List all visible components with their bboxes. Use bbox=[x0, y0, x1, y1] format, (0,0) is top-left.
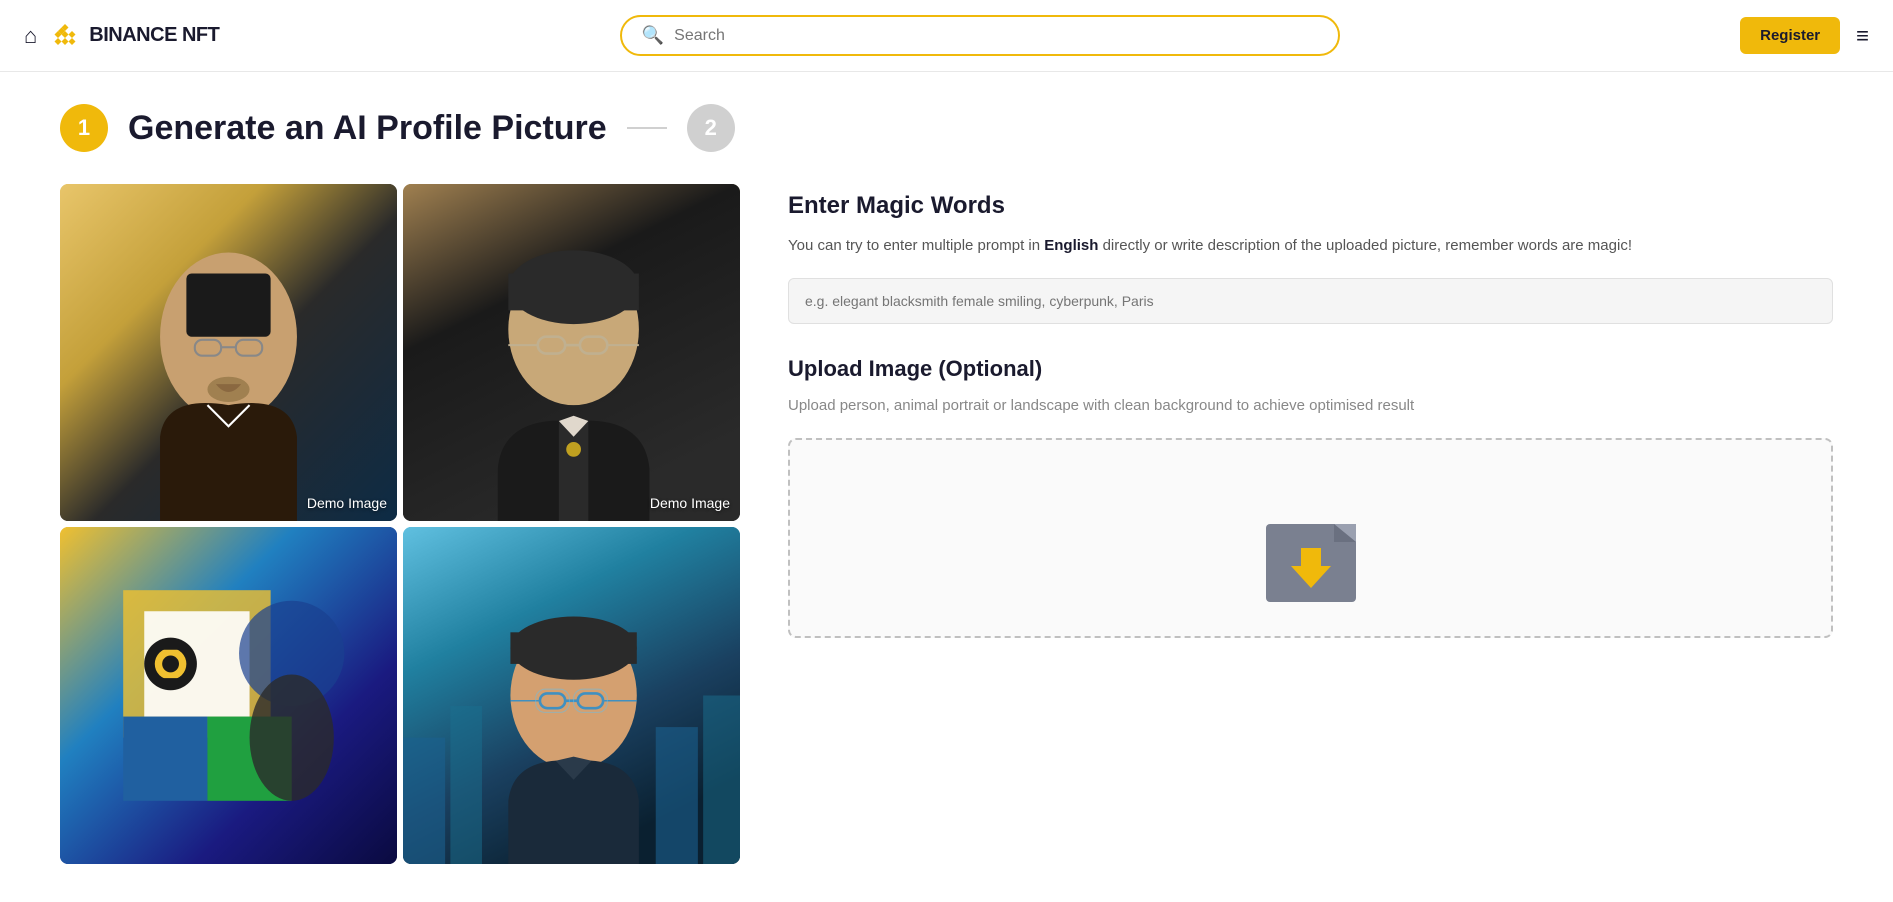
search-bar: 🔍 bbox=[620, 15, 1340, 56]
brand-text: BINANCE bbox=[89, 24, 177, 46]
step1-badge: 1 bbox=[60, 104, 108, 152]
desc-suffix: directly or write description of the upl… bbox=[1098, 237, 1632, 254]
demo-image-3[interactable] bbox=[60, 527, 397, 864]
upload-file-icon bbox=[1246, 506, 1376, 616]
step-divider bbox=[627, 127, 667, 129]
image-gallery: Demo Image bbox=[60, 184, 740, 864]
main-content: 1 Generate an AI Profile Picture 2 bbox=[0, 72, 1893, 896]
logo[interactable]: BINANCE NFT bbox=[49, 20, 219, 52]
magic-words-desc: You can try to enter multiple prompt in … bbox=[788, 234, 1833, 258]
demo-image-1[interactable]: Demo Image bbox=[60, 184, 397, 521]
right-panel: Enter Magic Words You can try to enter m… bbox=[788, 184, 1833, 864]
brand-name: BINANCE NFT bbox=[89, 24, 219, 47]
search-input-wrapper: 🔍 bbox=[620, 15, 1340, 56]
portrait-art-2 bbox=[403, 184, 740, 521]
header-right: Register ≡ bbox=[1740, 17, 1869, 54]
step-header: 1 Generate an AI Profile Picture 2 bbox=[60, 104, 1833, 152]
home-icon[interactable]: ⌂ bbox=[24, 23, 37, 49]
demo-image-4[interactable] bbox=[403, 527, 740, 864]
demo-image-1-label: Demo Image bbox=[307, 495, 387, 511]
demo-image-2-label: Demo Image bbox=[650, 495, 730, 511]
upload-zone[interactable] bbox=[788, 438, 1833, 638]
magic-words-input[interactable] bbox=[788, 278, 1833, 324]
upload-desc: Upload person, animal portrait or landsc… bbox=[788, 394, 1833, 418]
upload-icon bbox=[1246, 506, 1376, 616]
desc-bold: English bbox=[1044, 237, 1098, 254]
brand-nft: NFT bbox=[177, 24, 219, 46]
upload-title: Upload Image (Optional) bbox=[788, 356, 1833, 382]
portrait-art-1 bbox=[60, 184, 397, 521]
portrait-art-3 bbox=[60, 527, 397, 864]
magic-words-title: Enter Magic Words bbox=[788, 192, 1833, 220]
binance-logo-icon bbox=[49, 20, 81, 52]
header: ⌂ BINANCE NFT 🔍 Register ≡ bbox=[0, 0, 1893, 72]
content-grid: Demo Image bbox=[60, 184, 1833, 864]
search-icon: 🔍 bbox=[642, 25, 664, 46]
step1-title: Generate an AI Profile Picture bbox=[128, 109, 607, 148]
hamburger-menu-icon[interactable]: ≡ bbox=[1856, 23, 1869, 49]
demo-image-2[interactable]: Demo Image bbox=[403, 184, 740, 521]
desc-prefix: You can try to enter multiple prompt in bbox=[788, 237, 1044, 254]
portrait-art-4 bbox=[403, 527, 740, 864]
step2-badge: 2 bbox=[687, 104, 735, 152]
register-button[interactable]: Register bbox=[1740, 17, 1840, 54]
search-input[interactable] bbox=[674, 27, 1318, 45]
